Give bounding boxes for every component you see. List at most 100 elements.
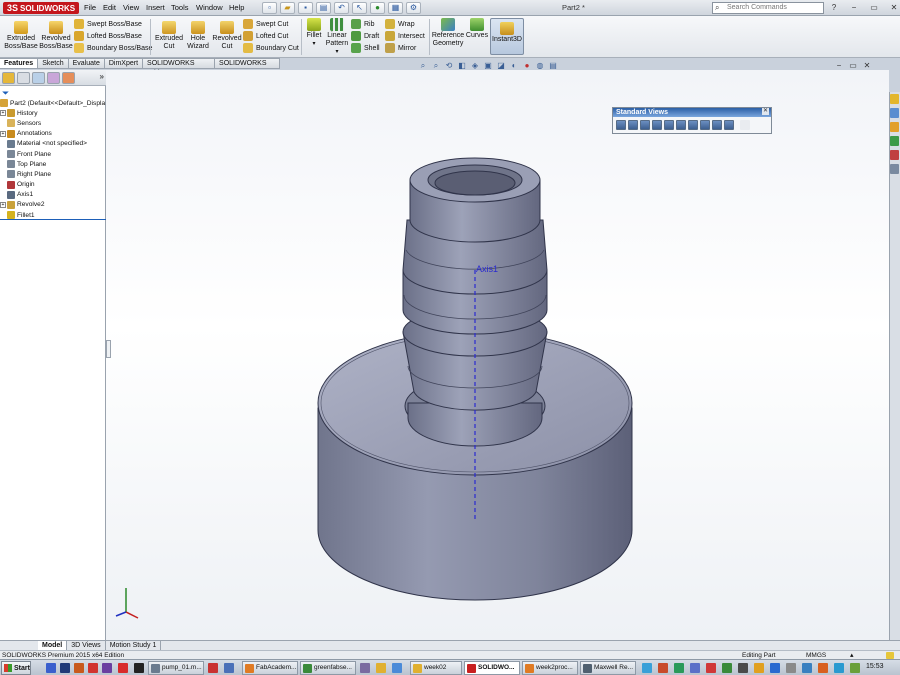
standard-views-toolbar[interactable]: Standard Views ✕ <box>612 107 772 134</box>
rebuild-status-icon[interactable] <box>886 652 894 659</box>
revolved-cut-button[interactable]: Revolved Cut <box>212 21 242 51</box>
tray-volume-icon[interactable] <box>786 663 796 673</box>
tray-app-icon[interactable] <box>818 663 828 673</box>
previous-view-icon[interactable]: ⟲ <box>444 61 454 70</box>
tray-app-icon[interactable] <box>642 663 652 673</box>
dimxpert-manager-tab-icon[interactable] <box>47 72 60 84</box>
quicklaunch-ie-icon[interactable] <box>46 663 56 673</box>
lofted-boss-button[interactable]: Lofted Boss/Base <box>74 30 152 42</box>
extruded-cut-button[interactable]: Extruded Cut <box>153 21 185 51</box>
left-view-icon[interactable] <box>652 120 662 130</box>
rollback-bar[interactable] <box>0 219 106 220</box>
front-view-icon[interactable] <box>628 120 638 130</box>
viewport-close-icon[interactable]: ✕ <box>862 61 872 70</box>
boundary-cut-button[interactable]: Boundary Cut <box>243 42 299 54</box>
display-manager-tab-icon[interactable] <box>62 72 75 84</box>
undo-icon[interactable]: ↶ <box>334 2 349 14</box>
taskbar-item-pump[interactable]: pump_01.m... <box>148 661 204 675</box>
file-explorer-icon[interactable] <box>890 122 899 132</box>
shell-button[interactable]: Shell <box>351 42 380 54</box>
tray-app-icon[interactable] <box>754 663 764 673</box>
tree-item-front[interactable]: Front Plane <box>0 149 106 159</box>
open-folder-icon[interactable]: ▰ <box>280 2 295 14</box>
trimetric-view-icon[interactable] <box>712 120 722 130</box>
tab-solidworks-addins[interactable]: SOLIDWORKS Add-Ins <box>143 58 216 77</box>
search-commands-input[interactable]: ⌕ Search Commands <box>712 2 824 14</box>
help-button[interactable]: ? <box>826 2 842 13</box>
boundary-boss-button[interactable]: Boundary Boss/Base <box>74 42 152 54</box>
hide-show-items-icon[interactable]: ◐ <box>509 61 519 70</box>
tray-app-icon[interactable] <box>674 663 684 673</box>
fillet-dropdown-icon[interactable]: ▾ <box>312 40 315 48</box>
appearances-icon[interactable] <box>890 150 899 160</box>
tree-item-axis1[interactable]: Axis1 <box>0 190 106 200</box>
tab-model[interactable]: Model <box>38 641 68 650</box>
quicklaunch-photoshop-icon[interactable] <box>60 663 70 673</box>
print-icon[interactable]: ▤ <box>316 2 331 14</box>
quicklaunch-explorer-icon[interactable] <box>376 663 386 673</box>
panel-splitter-handle[interactable] <box>106 340 111 358</box>
quicklaunch-blue-app-icon[interactable] <box>224 663 234 673</box>
tray-app-icon[interactable] <box>722 663 732 673</box>
tray-app-icon[interactable] <box>690 663 700 673</box>
reference-geometry-button[interactable]: Reference Geometry <box>431 18 465 48</box>
view-selector-icon[interactable] <box>740 120 750 130</box>
property-manager-tab-icon[interactable] <box>17 72 30 84</box>
right-view-icon[interactable] <box>664 120 674 130</box>
menu-view[interactable]: View <box>123 3 139 12</box>
new-document-icon[interactable]: ▫ <box>262 2 277 14</box>
quicklaunch-windows-icon[interactable] <box>392 663 402 673</box>
back-view-icon[interactable] <box>640 120 650 130</box>
rebuild-icon[interactable]: ● <box>370 2 385 14</box>
expand-toggle-icon[interactable]: + <box>0 110 6 117</box>
options-gear-icon[interactable]: ⚙ <box>406 2 421 14</box>
pattern-dropdown-icon[interactable]: ▾ <box>335 48 338 56</box>
normal-to-icon[interactable] <box>616 120 626 130</box>
view-palette-icon[interactable] <box>890 136 899 146</box>
menu-edit[interactable]: Edit <box>103 3 116 12</box>
intersect-button[interactable]: Intersect <box>385 30 425 42</box>
draft-button[interactable]: Draft <box>351 30 380 42</box>
file-properties-icon[interactable]: ▦ <box>388 2 403 14</box>
linear-pattern-button[interactable]: Linear Pattern ▾ <box>325 18 349 56</box>
zoom-to-fit-icon[interactable]: ⌕ <box>418 61 428 70</box>
view-settings-icon[interactable]: ▤ <box>548 61 558 70</box>
bottom-view-icon[interactable] <box>688 120 698 130</box>
dynamic-annotation-icon[interactable]: ◈ <box>470 61 480 70</box>
curves-button[interactable]: Curves <box>466 18 488 40</box>
expand-toggle-icon[interactable]: + <box>0 130 6 137</box>
menu-help[interactable]: Help <box>229 3 244 12</box>
tray-app-icon[interactable] <box>658 663 668 673</box>
taskbar-item-solidworks[interactable]: SOLIDWO... <box>464 661 520 675</box>
solidworks-resources-icon[interactable] <box>890 94 899 104</box>
save-icon[interactable]: ▪ <box>298 2 313 14</box>
display-style-icon[interactable]: ◪ <box>496 61 506 70</box>
lofted-cut-button[interactable]: Lofted Cut <box>243 30 299 42</box>
feature-tree-tab-icon[interactable] <box>2 72 15 84</box>
tab-3d-views[interactable]: 3D Views <box>67 641 106 650</box>
close-icon[interactable]: ✕ <box>886 2 900 13</box>
clock[interactable]: 15:53 <box>866 663 884 670</box>
start-button[interactable]: Start <box>1 661 31 675</box>
tab-motion-study-1[interactable]: Motion Study 1 <box>106 641 162 650</box>
quicklaunch-illustrator-icon[interactable] <box>74 663 84 673</box>
tray-app-icon[interactable] <box>802 663 812 673</box>
taskbar-item-maxwell[interactable]: Maxwell Re... <box>580 661 636 675</box>
fillet-button[interactable]: Fillet ▾ <box>304 18 324 48</box>
tab-sketch[interactable]: Sketch <box>38 58 69 69</box>
part-model-view[interactable]: Axis1 <box>106 70 889 640</box>
taskbar-item-greenfab[interactable]: greenfabse... <box>300 661 356 675</box>
tree-item-annotations[interactable]: + Annotations <box>0 129 106 139</box>
menu-file[interactable]: File <box>84 3 96 12</box>
instant3d-button[interactable]: Instant3D <box>490 18 524 55</box>
revolved-boss-button[interactable]: Revolved Boss/Base <box>39 21 73 51</box>
quicklaunch-purple-app-icon[interactable] <box>360 663 370 673</box>
swept-cut-button[interactable]: Swept Cut <box>243 18 299 30</box>
graphics-area[interactable]: Axis1 <box>106 70 889 640</box>
minimize-icon[interactable]: − <box>846 2 862 13</box>
dimetric-view-icon[interactable] <box>724 120 734 130</box>
taskbar-item-week02[interactable]: week02 <box>410 661 462 675</box>
standard-views-close-icon[interactable]: ✕ <box>762 108 769 115</box>
tab-features[interactable]: Features <box>0 58 39 69</box>
tree-item-origin[interactable]: Origin <box>0 180 106 190</box>
